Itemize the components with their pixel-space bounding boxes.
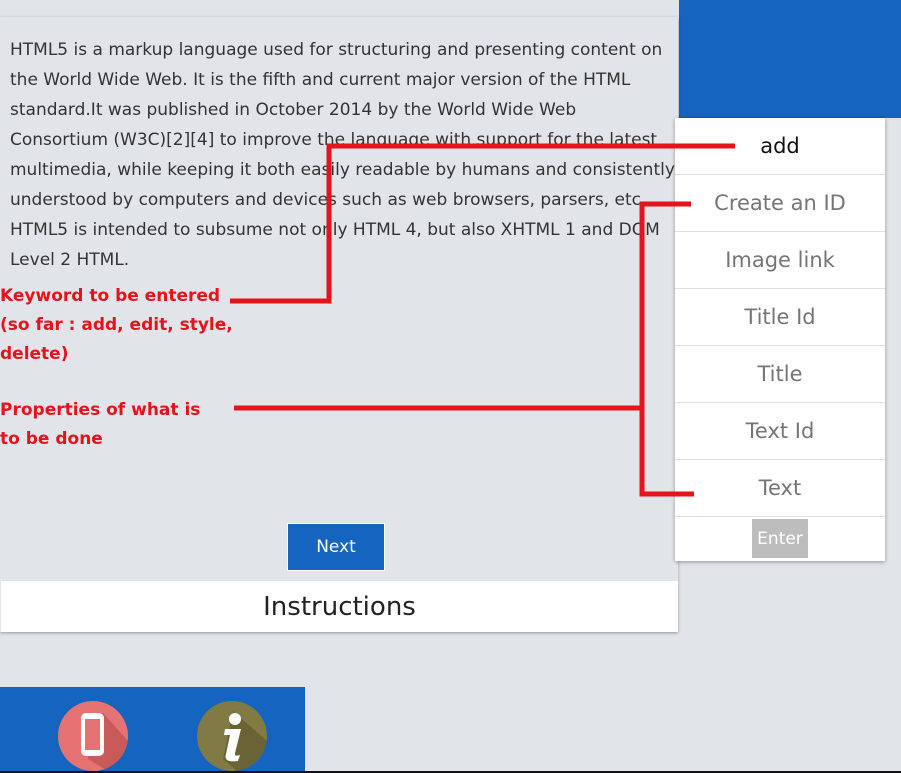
properties-annotation: Properties of what is to be done xyxy=(0,396,200,454)
phone-icon[interactable] xyxy=(58,701,128,771)
info-icon[interactable] xyxy=(197,701,267,771)
keyword-annotation-line: Keyword to be entered xyxy=(0,286,221,306)
keyword-annotation-line: delete) xyxy=(0,344,69,364)
enter-button[interactable]: Enter xyxy=(752,519,808,558)
create-id-input[interactable]: Create an ID xyxy=(675,175,885,232)
next-button[interactable]: Next xyxy=(287,523,385,571)
properties-annotation-line: Properties of what is xyxy=(0,400,201,420)
text-input[interactable]: Text xyxy=(675,460,885,517)
instructions-title: Instructions xyxy=(263,591,416,622)
image-link-input[interactable]: Image link xyxy=(675,232,885,289)
title-id-input[interactable]: Title Id xyxy=(675,289,885,346)
keyword-annotation-line: (so far : add, edit, style, xyxy=(0,315,233,335)
keyword-annotation: Keyword to be entered (so far : add, edi… xyxy=(0,282,233,369)
text-id-input[interactable]: Text Id xyxy=(675,403,885,460)
keyword-input[interactable]: add xyxy=(675,118,885,175)
instructions-footer[interactable]: Instructions xyxy=(1,581,678,632)
title-input[interactable]: Title xyxy=(675,346,885,403)
command-panel: add Create an ID Image link Title Id Tit… xyxy=(675,118,885,561)
bottom-app-bar xyxy=(0,687,305,773)
header-accent-bar xyxy=(679,0,901,118)
properties-annotation-line: to be done xyxy=(0,429,103,449)
article-paragraph: HTML5 is a markup language used for stru… xyxy=(10,40,675,270)
